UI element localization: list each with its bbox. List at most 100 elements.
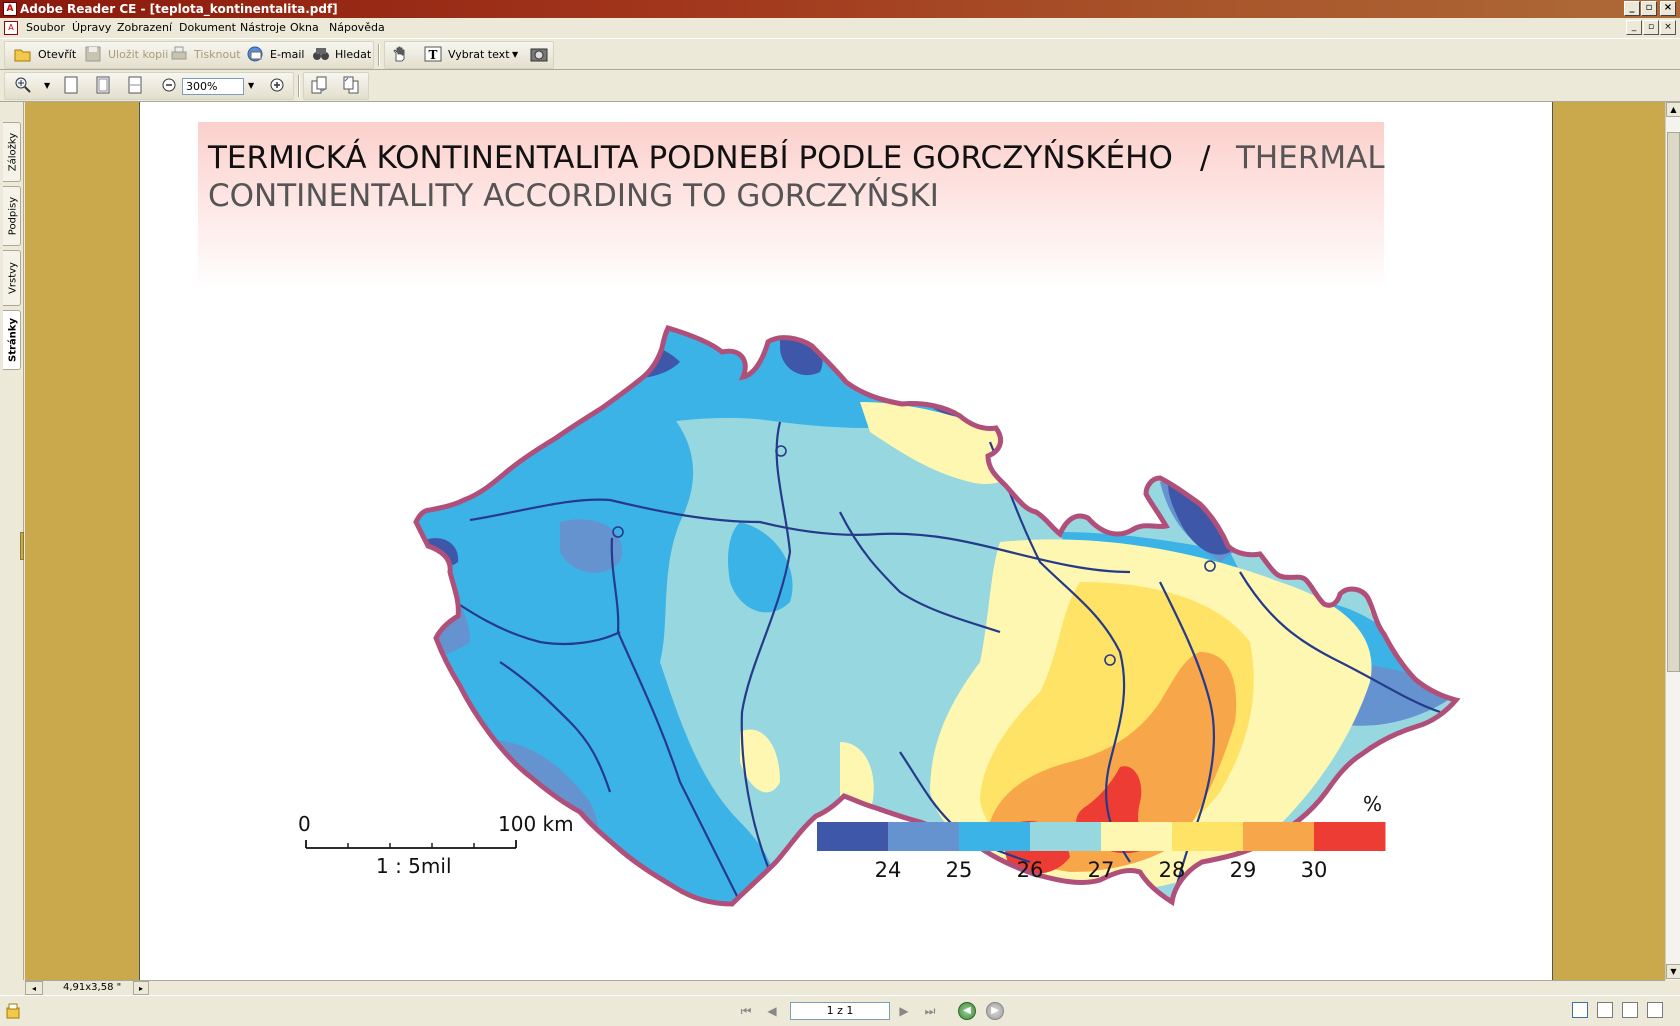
hand-tool-icon[interactable] [391, 45, 409, 63]
select-text-dropdown-icon[interactable]: ▼ [512, 46, 518, 64]
adobe-reader-icon: A [3, 2, 17, 16]
continentality-map-figure: TERMICKÁ KONTINENTALITA PODNEBÍ PODLE GO… [198, 122, 1554, 980]
map-title-czech: TERMICKÁ KONTINENTALITA PODNEBÍ PODLE GO… [207, 140, 1173, 176]
page-number-input[interactable]: 1 z 1 [790, 1002, 890, 1020]
text-select-icon[interactable]: T [424, 45, 442, 63]
open-button[interactable]: Otevřít [38, 46, 76, 64]
map-title-english-2: CONTINENTALITY ACCORDING TO GORCZYŃSKI [208, 178, 939, 214]
legend-swatch [888, 822, 960, 851]
menu-zobrazeni[interactable]: Zobrazení [117, 18, 172, 38]
menu-napoveda[interactable]: Nápověda [329, 18, 385, 38]
legend-swatch [1243, 822, 1315, 851]
scale-zero-label: 0 [298, 812, 311, 836]
legend-value-label: 29 [1230, 858, 1257, 882]
tab-signatures[interactable]: Podpisy [3, 186, 21, 246]
fit-width-icon[interactable] [126, 76, 144, 94]
pdf-page: TERMICKÁ KONTINENTALITA PODNEBÍ PODLE GO… [139, 102, 1553, 980]
close-button[interactable]: × [1660, 1, 1676, 16]
continuous-facing-layout-icon[interactable] [1647, 1002, 1663, 1018]
svg-text:T: T [429, 48, 438, 62]
facing-layout-icon[interactable] [1622, 1002, 1638, 1018]
legend-value-label: 24 [875, 858, 902, 882]
main-toolbar: Otevřít Uložit kopii Tisknout E-mail Hle… [0, 38, 1680, 70]
email-button[interactable]: E-mail [270, 46, 305, 64]
menu-upravy[interactable]: Úpravy [72, 18, 111, 38]
scroll-up-button[interactable]: ▲ [1666, 102, 1680, 117]
legend-unit: % [1363, 792, 1382, 816]
zoom-level-input[interactable]: 300% [182, 78, 244, 95]
legend-swatch [1101, 822, 1173, 851]
previous-page-button[interactable]: ◀ [764, 1003, 780, 1019]
legend-swatch [1172, 822, 1244, 851]
document-viewport: TERMICKÁ KONTINENTALITA PODNEBÍ PODLE GO… [25, 102, 1665, 980]
page-size-readout: 4,91x3,58 " [63, 982, 122, 993]
binoculars-icon[interactable] [312, 45, 330, 63]
email-icon[interactable] [246, 45, 264, 63]
print-button[interactable]: Tisknout [194, 46, 241, 64]
menu-dokument[interactable]: Dokument [179, 18, 236, 38]
next-page-button[interactable]: ▶ [896, 1003, 912, 1019]
zoom-tool-dropdown-icon[interactable]: ▼ [44, 77, 50, 95]
scale-ratio-label: 1 : 5mil [376, 854, 452, 878]
vertical-scrollbar[interactable]: ▲ ▼ [1665, 102, 1680, 980]
zoom-out-icon[interactable] [160, 76, 178, 94]
open-folder-icon[interactable] [14, 45, 32, 63]
scale-max-label: 100 km [498, 812, 574, 836]
go-forward-icon[interactable]: ▶ [986, 1002, 1004, 1020]
zoom-tool-icon[interactable] [14, 76, 32, 94]
legend-value-label: 28 [1159, 858, 1186, 882]
select-text-button[interactable]: Vybrat text [448, 46, 510, 64]
map-title-english-1: THERMAL [1235, 140, 1385, 176]
view-toolbar: ▼ 300% ▼ [0, 70, 1680, 102]
scroll-right-button[interactable]: ▸ [133, 981, 149, 995]
doc-restore-button[interactable]: ▫ [1643, 20, 1659, 35]
scroll-left-button[interactable]: ◂ [25, 981, 43, 995]
legend-swatch [959, 822, 1031, 851]
panel-splitter-handle[interactable] [20, 532, 24, 560]
menu-soubor[interactable]: Soubor [26, 18, 65, 38]
save-copy-button[interactable]: Uložit kopii [108, 46, 168, 64]
legend-swatch [1030, 822, 1102, 851]
search-button[interactable]: Hledat [335, 46, 371, 64]
doc-close-button[interactable]: × [1660, 20, 1676, 35]
fit-page-icon[interactable] [94, 76, 112, 94]
scroll-thumb[interactable] [1667, 132, 1680, 672]
last-page-button[interactable]: ⏭ [922, 1003, 938, 1019]
document-status-icon[interactable] [4, 1002, 22, 1020]
horizontal-scrollbar[interactable]: ◂ 4,91x3,58 " ▸ [25, 980, 1665, 995]
print-icon [171, 46, 187, 60]
scale-bar: 0 100 km 1 : 5mil [298, 812, 574, 878]
window-title: Adobe Reader CE - [teplota_kontinentalit… [20, 2, 338, 16]
actual-size-icon[interactable] [62, 76, 80, 94]
doc-minimize-button[interactable]: _ [1626, 20, 1642, 35]
map-title-separator: / [1200, 140, 1211, 176]
minimize-button[interactable]: _ [1624, 1, 1640, 16]
pdf-document-icon[interactable]: A [4, 21, 18, 35]
go-back-icon[interactable]: ◀ [958, 1002, 976, 1020]
save-icon [85, 46, 101, 62]
rotate-counterclockwise-icon[interactable] [342, 76, 360, 94]
legend-value-label: 25 [946, 858, 973, 882]
tab-pages[interactable]: Stránky [3, 310, 21, 370]
status-bar: ⏮ ◀ 1 z 1 ▶ ⏭ ◀ ▶ [0, 995, 1680, 1026]
snapshot-camera-icon[interactable] [530, 45, 548, 63]
continuous-layout-icon[interactable] [1597, 1002, 1613, 1018]
menu-okna[interactable]: Okna [290, 18, 319, 38]
legend-value-label: 26 [1017, 858, 1044, 882]
legend-value-label: 27 [1088, 858, 1115, 882]
legend-swatch [1314, 822, 1386, 851]
window-titlebar: A Adobe Reader CE - [teplota_kontinental… [0, 0, 1680, 18]
first-page-button[interactable]: ⏮ [738, 1003, 754, 1019]
maximize-button[interactable]: ▫ [1641, 1, 1657, 16]
menu-bar: A Soubor Úpravy Zobrazení Dokument Nástr… [0, 18, 1680, 38]
legend-value-label: 30 [1301, 858, 1328, 882]
tab-bookmarks[interactable]: Záložky [3, 122, 21, 182]
scroll-down-button[interactable]: ▼ [1666, 964, 1680, 979]
zoom-in-icon[interactable] [268, 76, 286, 94]
zoom-level-dropdown-icon[interactable]: ▼ [248, 77, 254, 95]
navigation-panel: Záložky Podpisy Vrstvy Stránky [0, 102, 24, 980]
tab-layers[interactable]: Vrstvy [3, 250, 21, 306]
single-page-layout-icon[interactable] [1572, 1002, 1588, 1018]
rotate-clockwise-icon[interactable] [310, 76, 328, 94]
menu-nastroje[interactable]: Nástroje [240, 18, 286, 38]
